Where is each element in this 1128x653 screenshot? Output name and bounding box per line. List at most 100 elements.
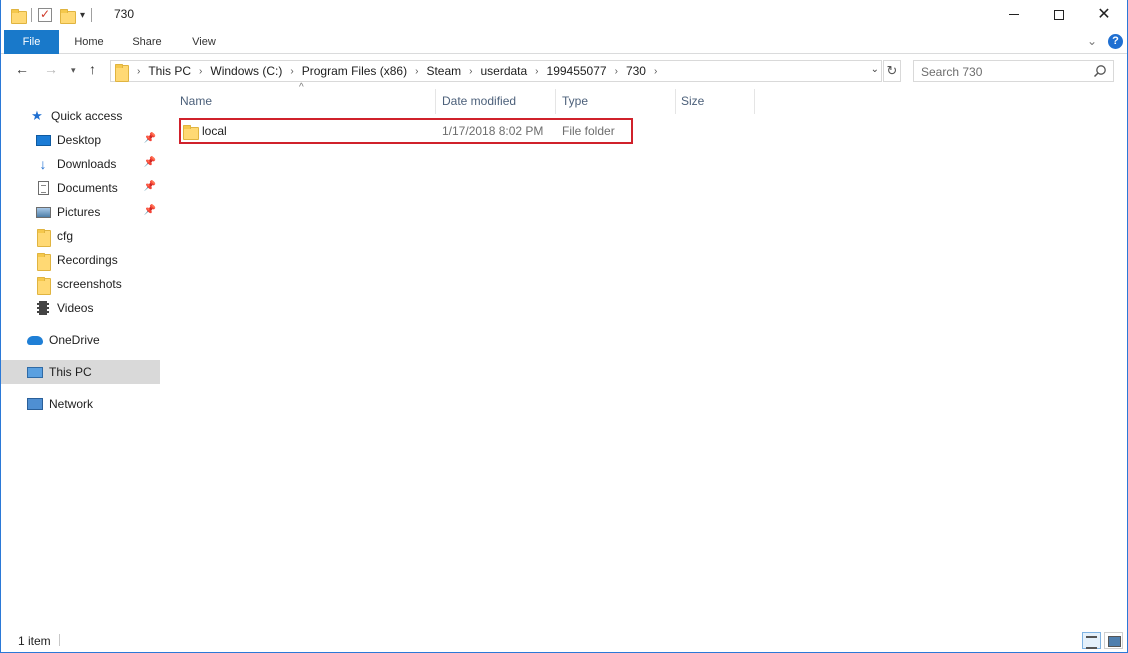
title-bar: ▾ 730 ✕ <box>1 0 1127 30</box>
properties-icon[interactable] <box>38 7 52 22</box>
folder-icon <box>35 252 51 271</box>
recent-locations-chevron-icon[interactable]: ▾ <box>71 65 76 76</box>
breadcrumb-chevron-icon[interactable]: › <box>615 66 618 77</box>
sidebar-item-desktop[interactable]: Desktop 📌 <box>1 128 160 152</box>
large-icons-view-button[interactable] <box>1104 632 1123 649</box>
network-icon <box>27 396 43 412</box>
quick-access-toolbar: ▾ <box>11 6 98 24</box>
column-header-date-modified[interactable]: Date modified <box>436 89 556 114</box>
sidebar-item-label: Downloads <box>57 157 117 171</box>
videos-icon <box>35 300 51 316</box>
close-icon: ✕ <box>1097 5 1111 23</box>
folder-icon <box>115 63 129 82</box>
breadcrumb-user-id[interactable]: 199455077 <box>547 64 607 78</box>
sidebar-item-cfg[interactable]: cfg <box>1 224 160 248</box>
sidebar-item-this-pc[interactable]: This PC <box>1 360 160 384</box>
sidebar-item-recordings[interactable]: Recordings <box>1 248 160 272</box>
details-view-button[interactable] <box>1082 632 1101 649</box>
up-arrow-icon[interactable]: ↑ <box>89 61 96 77</box>
tab-home[interactable]: Home <box>63 30 115 54</box>
status-bar: 1 item <box>1 629 1127 652</box>
status-divider <box>59 634 60 646</box>
toolbar-divider <box>31 8 32 22</box>
folder-icon <box>11 8 27 24</box>
sidebar-item-label: Documents <box>57 181 118 195</box>
back-arrow-icon[interactable]: ← <box>15 61 29 77</box>
sidebar-item-network[interactable]: Network <box>1 392 160 416</box>
search-icon[interactable] <box>1093 64 1107 78</box>
highlight-box <box>179 118 633 144</box>
minimize-icon <box>1009 14 1019 15</box>
documents-icon <box>35 180 51 196</box>
sidebar-item-documents[interactable]: Documents 📌 <box>1 176 160 200</box>
tab-share[interactable]: Share <box>121 30 173 54</box>
search-box[interactable] <box>913 60 1114 82</box>
desktop-icon <box>35 132 51 148</box>
sidebar-item-quick-access[interactable]: ★ Quick access <box>1 104 160 128</box>
column-header-type[interactable]: Type <box>556 89 676 114</box>
pictures-icon <box>35 204 51 220</box>
help-icon[interactable]: ? <box>1108 34 1123 49</box>
new-folder-icon[interactable] <box>60 8 76 24</box>
sidebar-item-pictures[interactable]: Pictures 📌 <box>1 200 160 224</box>
pin-icon[interactable]: 📌 <box>144 181 156 192</box>
breadcrumb-chevron-icon[interactable]: › <box>199 66 202 77</box>
sidebar-item-label: Recordings <box>57 253 118 267</box>
breadcrumb-program-files-x86[interactable]: Program Files (x86) <box>302 64 407 78</box>
sidebar-item-downloads[interactable]: ↓ Downloads 📌 <box>1 152 160 176</box>
sidebar-item-label: OneDrive <box>49 333 100 347</box>
breadcrumb-chevron-icon[interactable]: › <box>415 66 418 77</box>
sidebar-item-label: Desktop <box>57 133 102 147</box>
computer-icon <box>27 364 43 380</box>
search-input[interactable] <box>921 64 1091 79</box>
sidebar-item-label: Quick access <box>51 109 123 123</box>
maximize-button[interactable] <box>1036 0 1082 29</box>
folder-icon <box>35 276 51 295</box>
star-icon: ★ <box>31 108 43 123</box>
sidebar-item-onedrive[interactable]: OneDrive <box>1 328 160 352</box>
breadcrumb-windows-c[interactable]: Windows (C:) <box>210 64 282 78</box>
forward-arrow-icon[interactable]: → <box>44 61 58 77</box>
sidebar-item-label: This PC <box>49 365 92 379</box>
column-header-name[interactable]: Name <box>174 89 436 114</box>
breadcrumb-chevron-icon[interactable]: › <box>290 66 293 77</box>
address-dropdown-icon[interactable]: ⌄ <box>871 64 879 75</box>
sidebar-item-label: cfg <box>57 229 74 243</box>
folder-icon <box>35 228 51 247</box>
onedrive-cloud-icon <box>27 332 43 348</box>
column-header-size[interactable]: Size <box>675 89 755 114</box>
close-button[interactable]: ✕ <box>1081 0 1127 29</box>
breadcrumb-chevron-icon[interactable]: › <box>137 66 140 77</box>
customize-toolbar-icon[interactable]: ▾ <box>80 10 85 21</box>
breadcrumb-userdata[interactable]: userdata <box>480 64 527 78</box>
address-row: ← → ▾ ↑ › This PC › Windows (C:) › Progr… <box>1 55 1127 88</box>
breadcrumb-chevron-icon[interactable]: › <box>535 66 538 77</box>
navigation-pane: ★ Quick access Desktop 📌 ↓ Downloads 📌 D… <box>1 89 161 629</box>
pin-icon[interactable]: 📌 <box>144 157 156 168</box>
sidebar-item-label: Videos <box>57 301 94 315</box>
downloads-icon: ↓ <box>39 156 47 172</box>
explorer-window: ▾ 730 ✕ File Home Share View ⌄ ? ← → ▾ ↑… <box>0 0 1128 653</box>
refresh-button[interactable]: ↻ <box>883 60 901 82</box>
tab-view[interactable]: View <box>178 30 230 54</box>
ribbon-tabs: File Home Share View ⌄ ? <box>1 30 1127 54</box>
breadcrumb-steam[interactable]: Steam <box>426 64 461 78</box>
breadcrumb-this-pc[interactable]: This PC <box>148 64 191 78</box>
breadcrumb-chevron-icon[interactable]: › <box>469 66 472 77</box>
breadcrumb-730[interactable]: 730 <box>626 64 646 78</box>
expand-ribbon-chevron-icon[interactable]: ⌄ <box>1087 34 1097 48</box>
pin-icon[interactable]: 📌 <box>144 205 156 216</box>
address-bar[interactable]: › This PC › Windows (C:) › Program Files… <box>110 60 882 82</box>
window-title: 730 <box>114 7 135 21</box>
refresh-icon: ↻ <box>886 63 898 78</box>
file-list: ^ Name Date modified Type Size local 1/1… <box>163 82 1127 629</box>
sidebar-item-videos[interactable]: Videos <box>1 296 160 320</box>
pin-icon[interactable]: 📌 <box>144 133 156 144</box>
item-count: 1 item <box>18 634 51 648</box>
sidebar-item-screenshots[interactable]: screenshots <box>1 272 160 296</box>
breadcrumb-chevron-icon[interactable]: › <box>654 66 657 77</box>
tab-file[interactable]: File <box>4 30 59 54</box>
minimize-button[interactable] <box>991 0 1037 29</box>
toolbar-divider <box>91 8 93 22</box>
sidebar-item-label: Network <box>49 397 94 411</box>
